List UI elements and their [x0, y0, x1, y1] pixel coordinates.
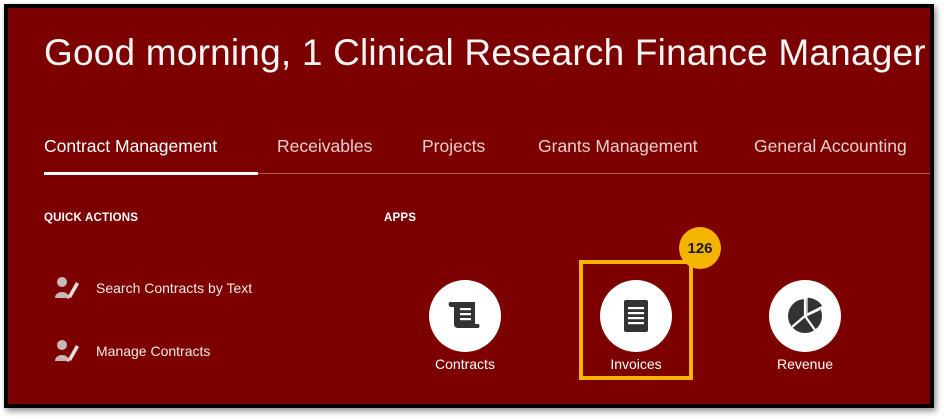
tab-receivables[interactable]: Receivables: [277, 136, 372, 157]
greeting-title: Good morning, 1 Clinical Research Financ…: [44, 32, 926, 73]
screenshot-frame: Good morning, 1 Clinical Research Financ…: [4, 4, 934, 408]
home-panel: Good morning, 1 Clinical Research Financ…: [8, 8, 930, 404]
app-icon-circle: [429, 280, 501, 352]
scroll-icon: [448, 302, 480, 328]
tab-grants-management[interactable]: Grants Management: [538, 136, 698, 157]
annotation-badge: 126: [679, 227, 721, 269]
highlight-box: [579, 260, 693, 380]
person-edit-icon: [55, 340, 79, 362]
tab-projects[interactable]: Projects: [422, 136, 485, 157]
quick-action-search-contracts[interactable]: Search Contracts by Text: [54, 275, 252, 301]
active-tab-indicator: [44, 172, 258, 175]
quick-action-manage-contracts[interactable]: Manage Contracts: [54, 338, 210, 364]
quick-action-label: Manage Contracts: [96, 343, 211, 359]
app-icon-circle: [769, 280, 841, 352]
app-label: Revenue: [776, 356, 834, 372]
app-label: Contracts: [435, 356, 495, 372]
pie-chart-icon: [788, 296, 824, 333]
quick-actions-heading: QUICK ACTIONS: [44, 212, 139, 224]
app-revenue[interactable]: Revenue: [745, 280, 865, 372]
tab-bar: Contract Management Receivables Projects…: [8, 136, 930, 176]
tab-contract-management[interactable]: Contract Management: [44, 136, 217, 157]
app-contracts[interactable]: Contracts: [405, 280, 525, 372]
apps-heading: APPS: [384, 212, 417, 224]
quick-action-label: Search Contracts by Text: [96, 280, 253, 296]
tab-general-accounting[interactable]: General Accounting: [754, 136, 907, 157]
person-edit-icon: [55, 277, 79, 299]
